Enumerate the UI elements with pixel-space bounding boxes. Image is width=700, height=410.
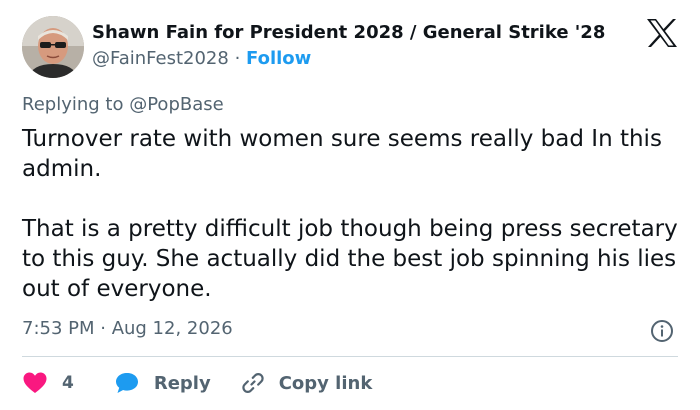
reply-button[interactable]: Reply [114,371,211,395]
reply-context-mention[interactable]: @PopBase [129,94,223,115]
action-bar: 4 Reply Copy link [22,368,372,398]
reply-label: Reply [153,372,211,394]
author-handle-row: @FainFest2028 · Follow [92,48,311,69]
heart-icon [23,372,47,393]
tweet-card: Shawn Fain for President 2028 / General … [0,0,700,410]
link-icon [242,373,264,393]
copy-link-label: Copy link [278,372,373,394]
info-icon[interactable] [650,319,674,343]
author-display-name[interactable]: Shawn Fain for President 2028 / General … [92,22,605,43]
author-handle[interactable]: @FainFest2028 [92,48,229,69]
handle-separator: · [234,48,241,69]
avatar[interactable] [22,16,84,78]
reply-context-prefix: Replying to [22,94,124,115]
tweet-timestamp[interactable]: 7:53 PM · Aug 12, 2026 [22,318,233,339]
tweet-paragraph: Turnover rate with women sure seems real… [22,126,662,182]
reply-bubble-icon [115,373,138,393]
copy-link-button[interactable]: Copy link [241,371,373,395]
reply-context: Replying to @PopBase [22,94,224,115]
follow-button[interactable]: Follow [246,48,311,69]
like-button[interactable]: 4 [22,371,74,395]
divider [22,356,678,357]
avatar-image [22,16,84,78]
tweet-text: Turnover rate with women sure seems real… [22,124,687,304]
tweet-paragraph: That is a pretty difficult job though be… [22,216,678,302]
x-logo-icon[interactable] [646,18,678,48]
like-count: 4 [62,373,74,393]
